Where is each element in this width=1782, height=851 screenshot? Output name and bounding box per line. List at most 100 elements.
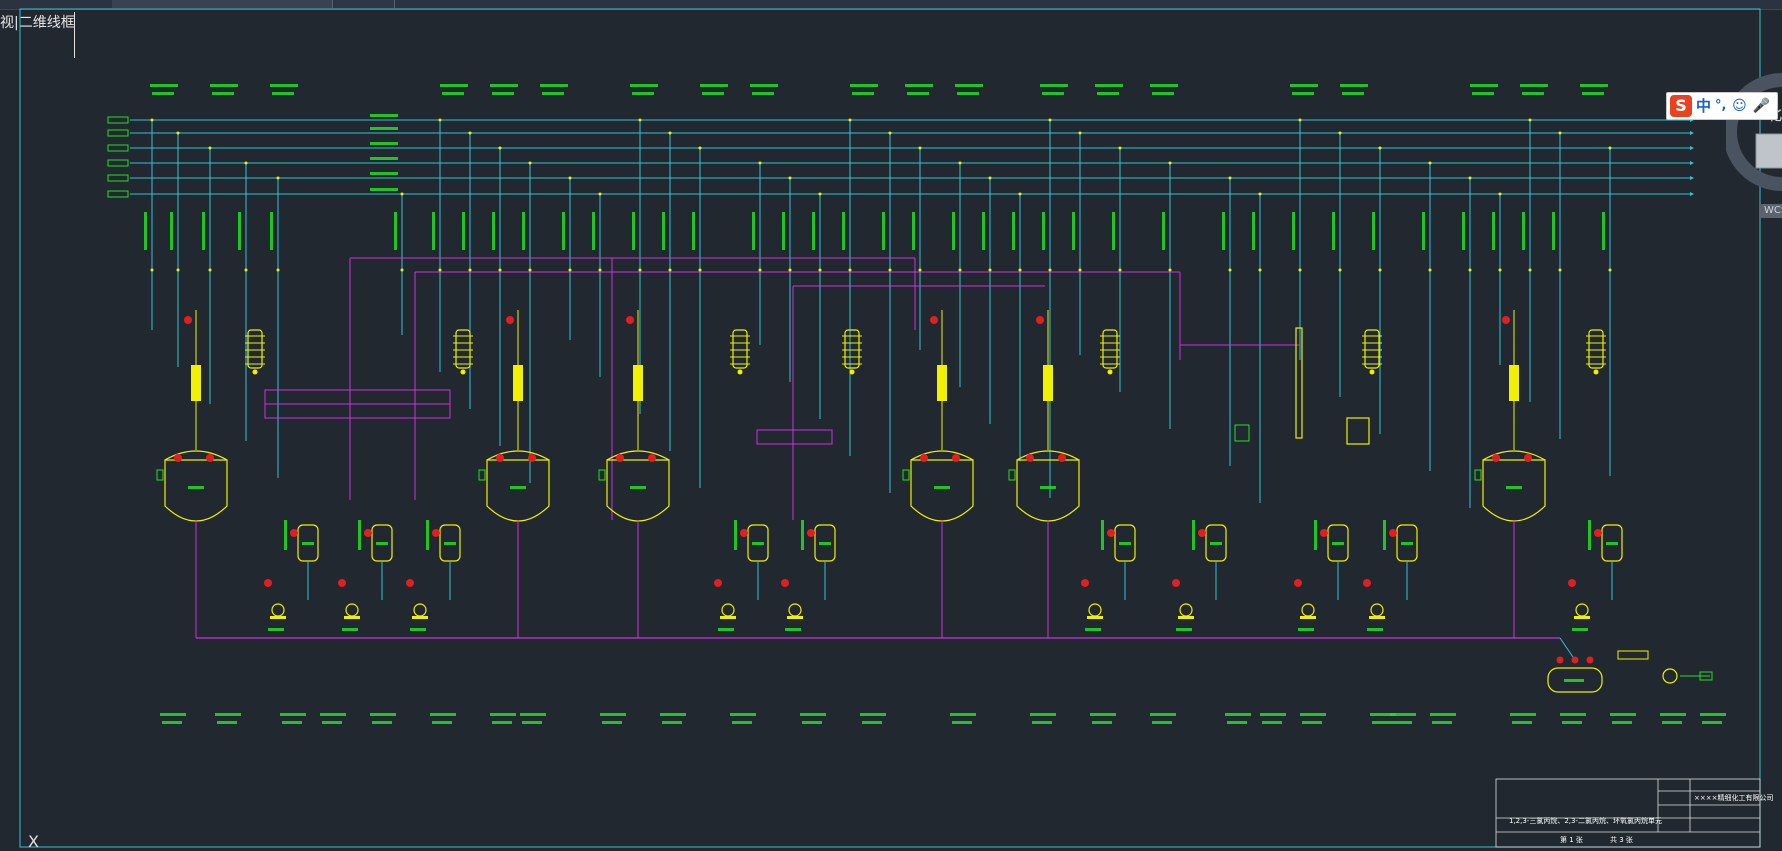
junction-dot	[698, 146, 702, 150]
drop-line-label	[1162, 212, 1165, 250]
wcs-badge[interactable]: WCS	[1760, 204, 1782, 218]
pump-tag	[268, 628, 284, 631]
bottom-stream-label	[950, 713, 976, 716]
reflux-column	[1509, 365, 1519, 401]
bottom-stream-label	[1702, 721, 1722, 724]
top-stream-label	[210, 84, 238, 87]
instrument-bubble	[1172, 579, 1180, 587]
pipe-label-vertical	[801, 520, 804, 550]
viewcube[interactable]: 北 西	[1726, 52, 1782, 212]
pump-tag	[1367, 628, 1383, 631]
junction-dot	[498, 146, 502, 150]
pipe-label-vertical	[734, 520, 737, 550]
sogou-logo-icon[interactable]: S	[1670, 95, 1692, 117]
top-stream-label	[490, 84, 518, 87]
bottom-stream-label	[1510, 713, 1536, 716]
reactor-vessel	[1482, 459, 1546, 522]
instrument-bubble	[1502, 316, 1510, 324]
instrument-bubble	[1320, 529, 1328, 537]
transfer-pump	[1662, 668, 1678, 684]
instrument-bubble	[807, 529, 815, 537]
drop-line-label	[170, 212, 173, 250]
drop-line-label	[1252, 212, 1255, 250]
junction-dot	[668, 131, 672, 135]
pid-drawing-canvas[interactable]: 1,2,3-三氯丙烷、2,3-二氯丙烷、环氧氯丙烷单元 ××××精细化工有限公司…	[0, 0, 1782, 851]
emoji-icon[interactable]: ☺	[1730, 97, 1748, 115]
microphone-icon[interactable]: 🎤	[1752, 97, 1770, 115]
receiver-tag	[1119, 542, 1131, 545]
level-gauge	[902, 469, 910, 481]
bottom-stream-label	[1662, 721, 1682, 724]
ime-toolbar[interactable]: S 中 °, ☺ 🎤	[1666, 92, 1778, 120]
top-stream-label	[1152, 92, 1174, 95]
bottom-stream-label	[522, 721, 542, 724]
junction-dot	[818, 192, 822, 196]
header-tag-box	[107, 129, 129, 137]
valve-dot	[1018, 268, 1022, 272]
bottom-stream-label	[860, 713, 886, 716]
filter	[1617, 650, 1649, 660]
instrument-bubble	[364, 529, 372, 537]
drop-line-label	[522, 212, 525, 250]
instrument-bubble	[406, 579, 414, 587]
drop-line-label	[562, 212, 565, 250]
receiver-tag	[1332, 542, 1344, 545]
bottom-stream-label	[1225, 713, 1251, 716]
drop-line-label	[1422, 212, 1425, 250]
header-line-label	[370, 157, 398, 160]
top-stream-label	[152, 92, 174, 95]
top-stream-label	[1580, 84, 1608, 87]
top-stream-label	[1342, 92, 1364, 95]
top-stream-label	[270, 84, 298, 87]
bottom-stream-label	[322, 721, 342, 724]
valve-dot	[848, 268, 852, 272]
pump-tag	[1572, 628, 1588, 631]
valve-dot	[638, 268, 642, 272]
drop-line-label	[462, 212, 465, 250]
reactor-tag	[510, 486, 526, 489]
bottom-stream-label	[432, 721, 452, 724]
drop-line-label	[394, 212, 397, 250]
top-stream-label	[700, 84, 728, 87]
junction-dot	[638, 118, 642, 122]
junction-dot	[1558, 131, 1562, 135]
pump-base	[412, 616, 428, 619]
ime-punctuation-toggle[interactable]: °,	[1715, 95, 1726, 117]
valve-dot	[208, 268, 212, 272]
bottom-stream-label	[370, 713, 396, 716]
drop-line-label	[632, 212, 635, 250]
drop-line-label	[1522, 212, 1525, 250]
ime-language-toggle[interactable]: 中	[1696, 95, 1711, 117]
pipe-label-vertical	[358, 520, 361, 550]
storage-tank-tag	[1564, 679, 1584, 682]
valve-dot	[818, 268, 822, 272]
bottom-stream-label	[600, 713, 626, 716]
valve-dot	[244, 268, 248, 272]
top-stream-label	[440, 84, 468, 87]
bottom-stream-label	[952, 721, 972, 724]
drop-line-label	[782, 212, 785, 250]
instrument-bubble	[1026, 454, 1034, 462]
junction-dot	[598, 192, 602, 196]
reactor-vessel	[486, 459, 550, 522]
drop-line-label	[1602, 212, 1605, 250]
valve-dot	[758, 268, 762, 272]
bottom-stream-label	[1392, 721, 1412, 724]
bottom-stream-label	[1227, 721, 1247, 724]
receiver-tag	[752, 542, 764, 545]
pump	[413, 603, 427, 617]
junction-dot	[848, 118, 852, 122]
bottom-stream-label	[1562, 721, 1582, 724]
valve-dot	[1369, 369, 1375, 375]
drop-line-label	[1492, 212, 1495, 250]
valve-dot	[438, 268, 442, 272]
drop-line-label	[592, 212, 595, 250]
junction-dot	[208, 146, 212, 150]
top-stream-label	[850, 84, 878, 87]
junction-dot	[568, 176, 572, 180]
drop-line-label	[1292, 212, 1295, 250]
bottom-stream-label	[1560, 713, 1586, 716]
top-stream-label	[1340, 84, 1368, 87]
pump-tag	[1085, 628, 1101, 631]
bottom-stream-label	[372, 721, 392, 724]
